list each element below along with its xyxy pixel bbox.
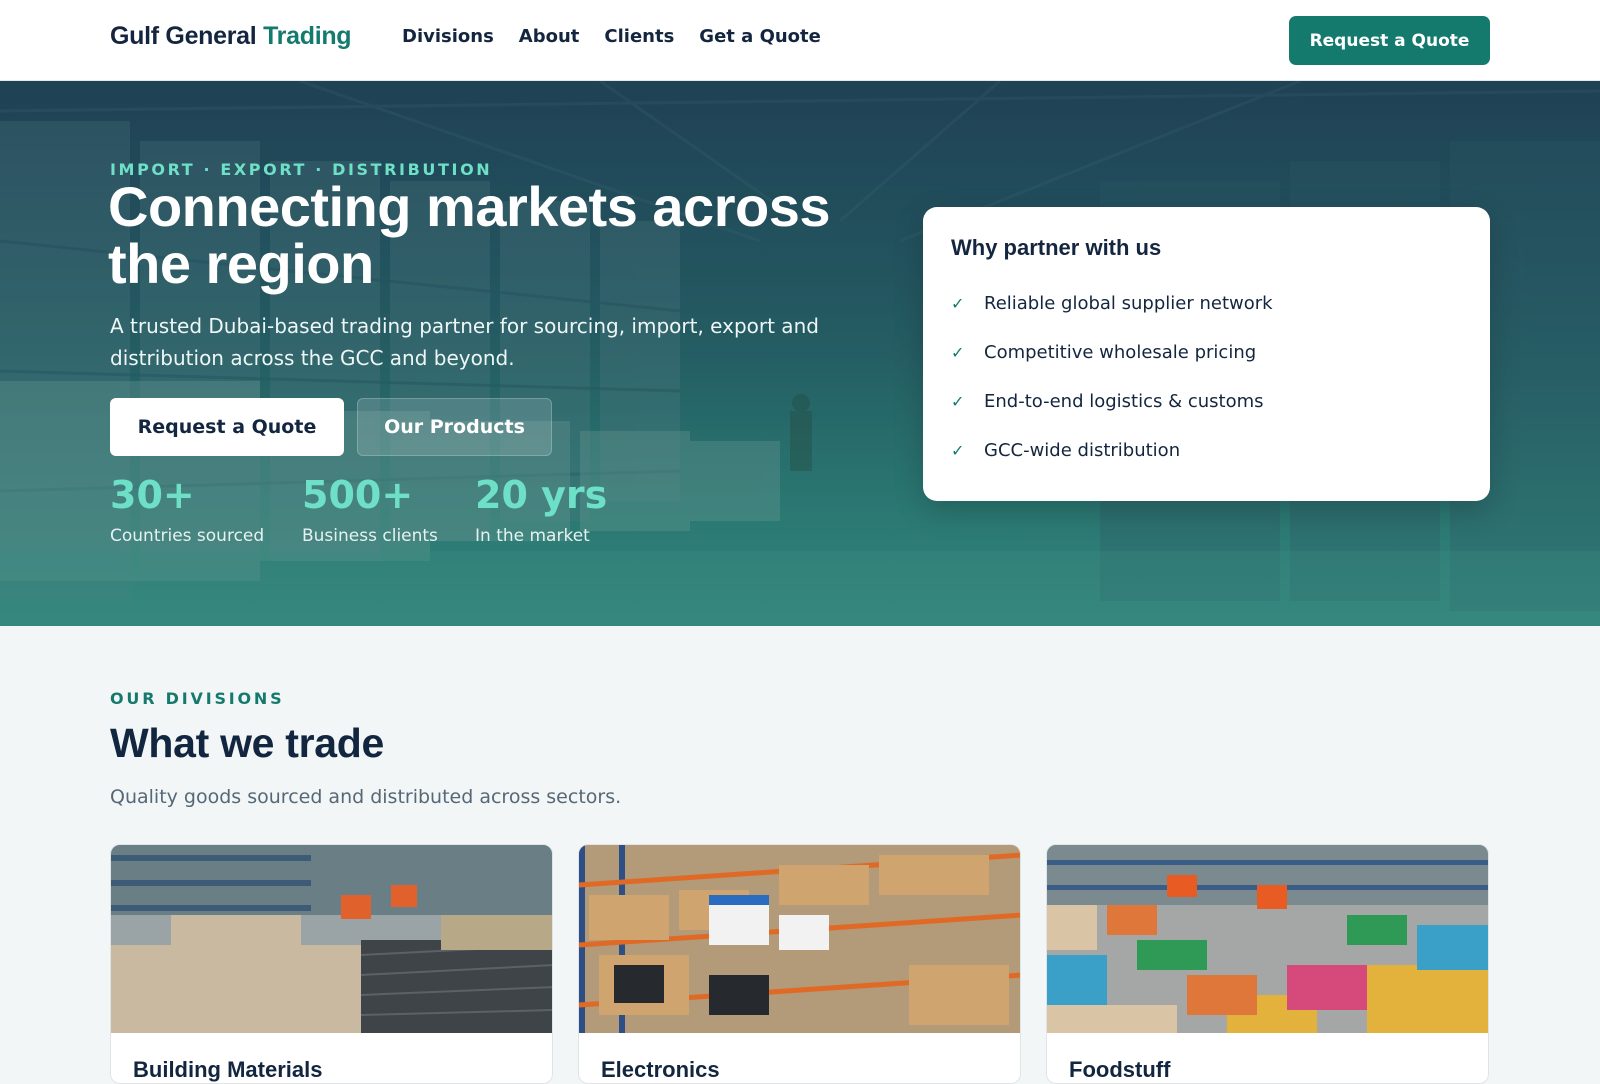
division-card-title: Foodstuff — [1069, 1057, 1171, 1082]
division-card-building-materials[interactable]: Building Materials — [110, 844, 553, 1084]
check-icon: ✓ — [951, 343, 965, 362]
electronics-image — [579, 845, 1020, 1033]
stat-label: Business clients — [302, 526, 438, 546]
hero-subtitle: A trusted Dubai-based trading partner fo… — [110, 314, 819, 370]
main-nav: Divisions About Clients Get a Quote — [402, 26, 846, 47]
stat-label: In the market — [475, 526, 590, 546]
why-partner-item-text: End-to-end logistics & customs — [984, 391, 1264, 412]
divisions-subtitle: Quality goods sourced and distributed ac… — [110, 786, 622, 808]
check-icon: ✓ — [951, 294, 965, 313]
hero-title: Connecting markets across the region — [108, 175, 830, 295]
why-partner-item-text: Reliable global supplier network — [984, 293, 1273, 314]
nav-link-clients[interactable]: Clients — [604, 26, 674, 47]
why-partner-item: ✓ GCC-wide distribution — [951, 426, 1462, 475]
division-card-foodstuff[interactable]: Foodstuff — [1046, 844, 1489, 1084]
divisions-title: What we trade — [110, 720, 385, 766]
nav-link-divisions[interactable]: Divisions — [402, 26, 494, 47]
why-partner-item-text: Competitive wholesale pricing — [984, 342, 1257, 363]
logo-primary-text: Gulf General — [110, 22, 257, 50]
top-navigation-bar: Gulf General Trading Divisions About Cli… — [0, 0, 1600, 81]
stat-label: Countries sourced — [110, 526, 265, 546]
stat-value: 20 yrs — [475, 473, 608, 517]
why-partner-title: Why partner with us — [951, 235, 1162, 260]
our-products-button[interactable]: Our Products — [357, 398, 552, 456]
division-card-title: Electronics — [601, 1057, 720, 1082]
division-card-title: Building Materials — [133, 1057, 323, 1082]
logo-accent-text: Trading — [263, 22, 352, 50]
why-partner-item-text: GCC-wide distribution — [984, 440, 1181, 461]
stat-value: 500+ — [302, 473, 414, 517]
company-logo[interactable]: Gulf General Trading — [110, 22, 352, 51]
why-partner-item: ✓ End-to-end logistics & customs — [951, 377, 1462, 426]
stat-clients: 500+ Business clients — [302, 470, 438, 546]
nav-link-about[interactable]: About — [519, 26, 580, 47]
why-partner-item: ✓ Competitive wholesale pricing — [951, 328, 1462, 377]
stat-countries: 30+ Countries sourced — [110, 470, 264, 546]
stat-years: 20 yrs In the market — [475, 470, 607, 546]
foodstuff-image — [1047, 845, 1488, 1033]
division-card-electronics[interactable]: Electronics — [578, 844, 1021, 1084]
divisions-eyebrow: OUR DIVISIONS — [110, 689, 285, 708]
check-icon: ✓ — [951, 441, 965, 460]
header-request-quote-button[interactable]: Request a Quote — [1289, 16, 1490, 65]
nav-link-get-a-quote[interactable]: Get a Quote — [699, 26, 821, 47]
why-partner-list: ✓ Reliable global supplier network ✓ Com… — [951, 279, 1462, 475]
building-materials-image — [111, 845, 552, 1033]
check-icon: ✓ — [951, 392, 965, 411]
why-partner-item: ✓ Reliable global supplier network — [951, 279, 1462, 328]
hero-request-quote-button[interactable]: Request a Quote — [110, 398, 344, 456]
stat-value: 30+ — [110, 473, 195, 517]
why-partner-card: Why partner with us ✓ Reliable global su… — [923, 207, 1490, 501]
